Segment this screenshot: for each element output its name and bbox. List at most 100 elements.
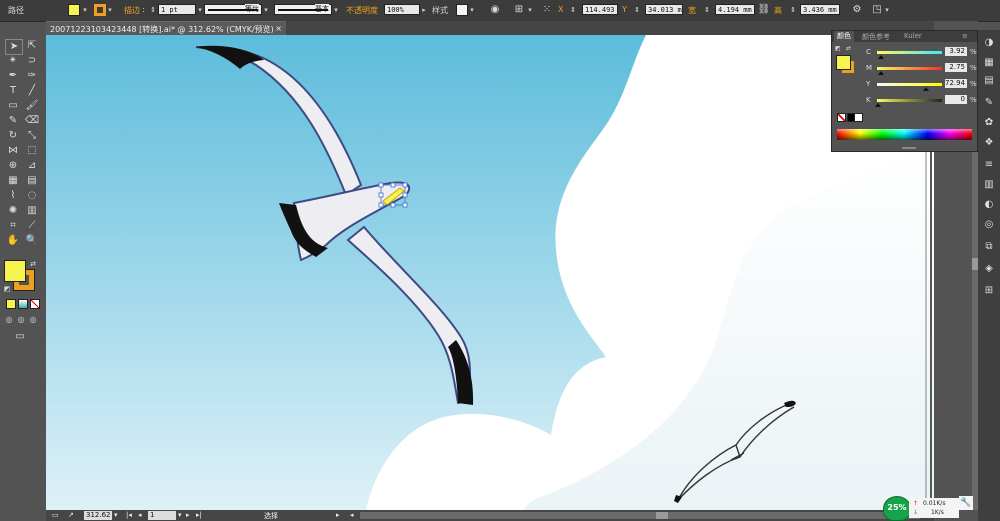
- screen-mode-icon[interactable]: ▭: [12, 330, 28, 344]
- hand-tool-icon[interactable]: ✋: [5, 234, 21, 248]
- transparency-panel-icon[interactable]: ◐: [982, 198, 996, 212]
- k-slider[interactable]: [877, 99, 942, 102]
- rotate-tool-icon[interactable]: ↻: [5, 129, 21, 143]
- c-value[interactable]: 3.92: [945, 47, 967, 56]
- eyedropper-tool-icon[interactable]: ⌇: [5, 189, 21, 203]
- type-tool-icon[interactable]: T: [5, 84, 21, 98]
- zoom-field[interactable]: 312.62: [84, 511, 112, 520]
- recolor-icon[interactable]: ◉: [488, 3, 502, 17]
- mesh-tool-icon[interactable]: ▦: [5, 174, 21, 188]
- m-slider[interactable]: [877, 67, 942, 70]
- swatches-panel-icon[interactable]: ▤: [982, 74, 996, 88]
- slice-tool-icon[interactable]: ⟋: [24, 219, 40, 233]
- opacity-dropdown-icon[interactable]: ▸: [420, 4, 428, 16]
- paintbrush-tool-icon[interactable]: 🖌: [24, 99, 40, 113]
- line-tool-icon[interactable]: ╱: [24, 84, 40, 98]
- hscroll-left-icon[interactable]: ◂: [350, 511, 354, 519]
- panel-menu-icon[interactable]: ≡: [962, 32, 968, 40]
- color-mode-icon[interactable]: [6, 299, 16, 309]
- status-menu-icon[interactable]: ▸: [336, 511, 340, 519]
- pencil-tool-icon[interactable]: ✎: [5, 114, 21, 128]
- x-stepper-icon[interactable]: ⇕: [566, 3, 580, 17]
- draw-inside-icon[interactable]: ◎: [28, 313, 38, 327]
- brush-definition[interactable]: 基本: [274, 4, 332, 15]
- draw-normal-icon[interactable]: ◎: [4, 313, 14, 327]
- blend-tool-icon[interactable]: ◌: [24, 189, 40, 203]
- m-slider-thumb[interactable]: [878, 71, 884, 75]
- horizontal-scrollbar[interactable]: [360, 512, 920, 519]
- style-swatch[interactable]: [456, 4, 468, 16]
- opacity-field[interactable]: 100%: [384, 4, 420, 15]
- height-stepper-icon[interactable]: ⇕: [786, 3, 800, 17]
- free-transform-tool-icon[interactable]: ⬚: [24, 144, 40, 158]
- profile-dropdown-icon[interactable]: ▾: [262, 4, 270, 16]
- tab-kuler[interactable]: Kuler: [904, 32, 922, 40]
- magic-wand-tool-icon[interactable]: ✴: [5, 54, 21, 68]
- draw-behind-icon[interactable]: ◎: [16, 313, 26, 327]
- stroke-weight-field[interactable]: 1 pt: [158, 4, 196, 15]
- style-dropdown-icon[interactable]: ▾: [468, 4, 476, 16]
- prev-page-icon[interactable]: ◂: [138, 511, 142, 519]
- stroke-weight-dropdown-icon[interactable]: ▾: [196, 4, 204, 16]
- curvature-tool-icon[interactable]: ✑: [24, 69, 40, 83]
- height-label[interactable]: 高: [774, 5, 782, 16]
- gradient-tool-icon[interactable]: ▤: [24, 174, 40, 188]
- shape-builder-tool-icon[interactable]: ⊕: [5, 159, 21, 173]
- brush-dropdown-icon[interactable]: ▾: [332, 4, 340, 16]
- wrench-icon[interactable]: 🔧: [959, 496, 973, 510]
- color-spectrum[interactable]: [837, 129, 972, 140]
- artboards-panel-icon[interactable]: ⊞: [982, 284, 996, 298]
- last-page-icon[interactable]: ▸|: [196, 511, 202, 519]
- rectangle-tool-icon[interactable]: ▭: [5, 99, 21, 113]
- tab-color[interactable]: 颜色: [834, 31, 854, 42]
- y-field[interactable]: 34.013 mm: [645, 4, 683, 15]
- pen-tool-icon[interactable]: ✒: [5, 69, 21, 83]
- perspective-grid-tool-icon[interactable]: ⊿: [24, 159, 40, 173]
- fill-swatch[interactable]: [68, 4, 80, 16]
- arrange-dropdown-icon[interactable]: ▾: [883, 4, 891, 16]
- stroke-panel-icon[interactable]: ≡: [982, 158, 996, 172]
- c-slider-thumb[interactable]: [878, 55, 884, 59]
- eraser-tool-icon[interactable]: ⌫: [24, 114, 40, 128]
- y-slider-thumb[interactable]: [923, 87, 929, 91]
- none-color-swatch[interactable]: [837, 113, 846, 122]
- zoom-dropdown-icon[interactable]: ▾: [114, 511, 118, 519]
- color-panel-icon[interactable]: ◑: [982, 36, 996, 50]
- panel-fill-swatch[interactable]: [836, 55, 851, 70]
- close-tab-icon[interactable]: ×: [275, 24, 282, 33]
- reference-point-icon[interactable]: ⁙: [540, 3, 554, 17]
- gradient-panel-icon[interactable]: ▥: [982, 178, 996, 192]
- next-page-icon[interactable]: ▸: [186, 511, 190, 519]
- status-left-icon[interactable]: ▭: [52, 511, 59, 519]
- k-value[interactable]: 0: [945, 95, 967, 104]
- height-field[interactable]: 3.436 mm: [800, 4, 840, 15]
- width-tool-icon[interactable]: ⋈: [5, 144, 21, 158]
- artboard-tool-icon[interactable]: ⌗: [5, 219, 21, 233]
- brushes-panel-icon[interactable]: ✎: [982, 96, 996, 110]
- opacity-label[interactable]: 不透明度: [346, 5, 378, 16]
- canvas[interactable]: [46, 35, 934, 510]
- network-usage-badge[interactable]: 25%: [883, 496, 911, 521]
- constrain-proportions-icon[interactable]: ⛓: [757, 3, 771, 17]
- fill-dropdown-icon[interactable]: ▾: [81, 4, 89, 16]
- color-guide-panel-icon[interactable]: ▦: [982, 56, 996, 70]
- scale-tool-icon[interactable]: ⤡: [24, 129, 40, 143]
- align-icon[interactable]: ⊞: [512, 3, 526, 17]
- white-swatch[interactable]: [854, 113, 863, 122]
- c-slider[interactable]: [877, 51, 942, 54]
- variable-width-profile[interactable]: 等比: [204, 4, 262, 15]
- status-share-icon[interactable]: ↗: [68, 511, 74, 519]
- symbol-sprayer-tool-icon[interactable]: ✺: [5, 204, 21, 218]
- gradient-mode-icon[interactable]: [18, 299, 28, 309]
- appearance-panel-icon[interactable]: ◎: [982, 218, 996, 232]
- page-dropdown-icon[interactable]: ▾: [178, 511, 182, 519]
- width-field[interactable]: 4.194 mm: [715, 4, 755, 15]
- column-graph-tool-icon[interactable]: ▥: [24, 204, 40, 218]
- stroke-swatch[interactable]: [94, 4, 106, 16]
- k-slider-thumb[interactable]: [875, 103, 881, 107]
- layers-panel-icon[interactable]: ◈: [982, 262, 996, 276]
- default-fill-stroke-icon[interactable]: ◩: [835, 45, 841, 52]
- stroke-dropdown-icon[interactable]: ▾: [106, 4, 114, 16]
- transform-icon[interactable]: ⚙: [850, 3, 864, 17]
- swap-colors-icon[interactable]: ⇄: [28, 257, 38, 271]
